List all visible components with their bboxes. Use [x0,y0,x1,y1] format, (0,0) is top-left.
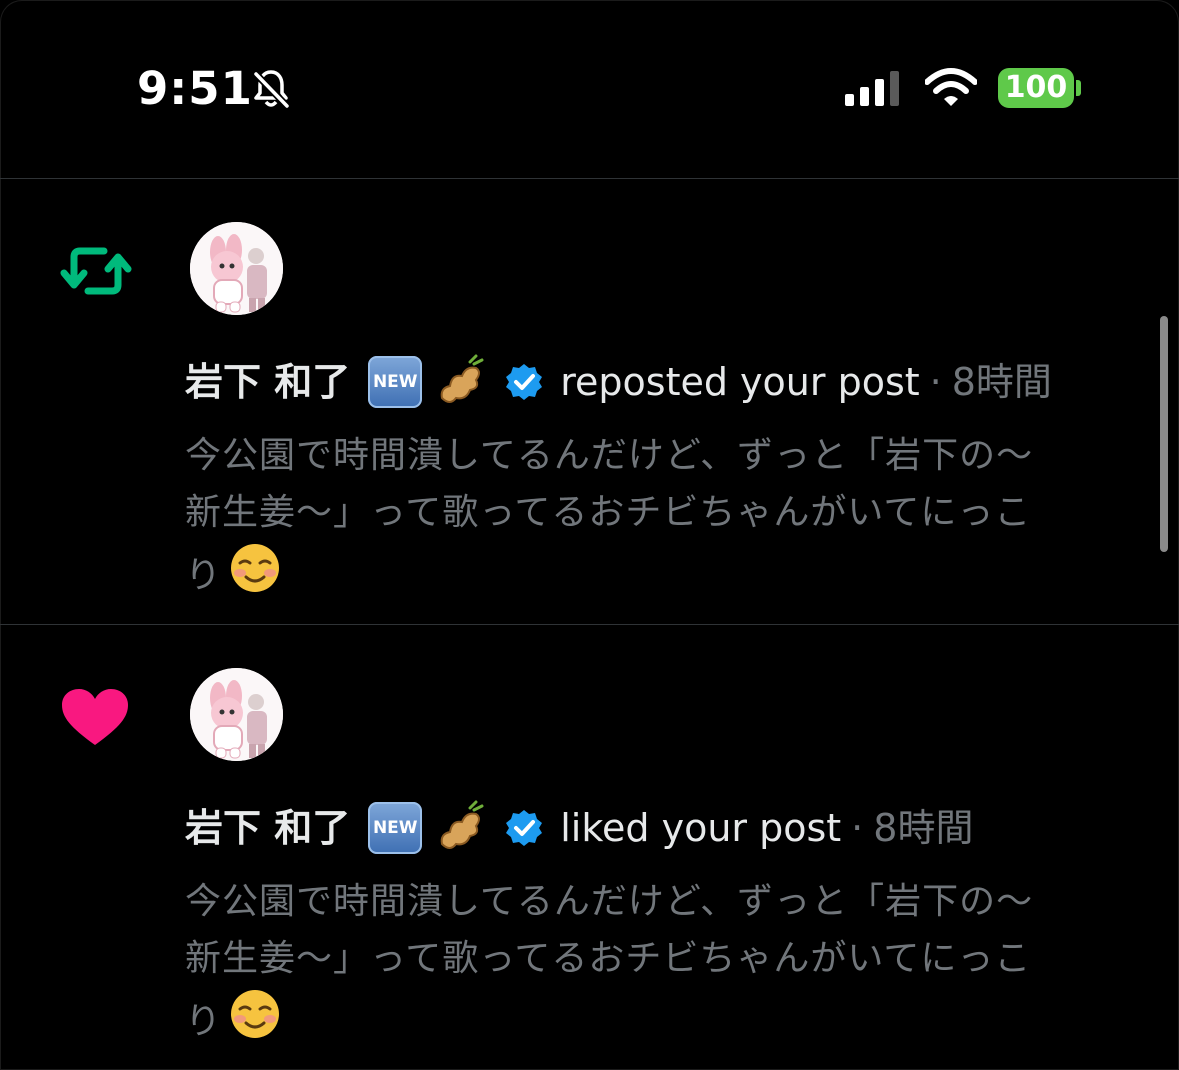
smiling-face-emoji-icon [231,544,280,592]
post-text-line-last: り [185,987,1150,1050]
user-name[interactable]: 岩下 和了 [185,800,350,856]
ginger-emoji-icon [440,354,484,403]
bell-off-icon [253,70,290,109]
cellular-signal-icon [845,71,899,106]
wifi-icon [925,68,977,106]
screen-frame: 9:51 100 岩下 和了 NEW reposted your post · … [0,0,1179,1070]
post-text-line: 新生姜〜」って歌ってるおチビちゃんがいてにっこ [185,492,1032,533]
notification-header: 岩下 和了 NEW liked your post · 8時間 [185,800,973,856]
avatar-image [190,222,283,315]
avatar[interactable] [190,668,283,761]
battery-indicator: 100 [998,68,1074,108]
notification-header: 岩下 和了 NEW reposted your post · 8時間 [185,354,1052,410]
notification-action: liked your post [560,806,842,850]
notification-like[interactable]: 岩下 和了 NEW liked your post · 8時間 今公園で時間潰し… [0,625,1179,1070]
smiling-face-emoji-icon [231,990,280,1038]
ginger-emoji-icon [440,800,484,849]
status-time: 9:51 [137,62,253,115]
separator-dot: · [929,360,942,404]
separator-dot: · [851,806,864,850]
notification-action: reposted your post [560,360,920,404]
notification-repost[interactable]: 岩下 和了 NEW reposted your post · 8時間 今公園で時… [0,179,1179,624]
user-name[interactable]: 岩下 和了 [185,354,350,410]
post-text-line: 今公園で時間潰してるんだけど、ずっと「岩下の〜 [185,435,1034,476]
verified-badge-icon [506,810,543,846]
post-text-line: 新生姜〜」って歌ってるおチビちゃんがいてにっこ [185,938,1032,979]
avatar[interactable] [190,222,283,315]
post-text[interactable]: 今公園で時間潰してるんだけど、ずっと「岩下の〜 新生姜〜」って歌ってるおチビちゃ… [185,427,1150,604]
post-text-line-last: り [185,541,1150,604]
new-emoji-icon: NEW [368,356,423,408]
status-bar: 9:51 100 [0,0,1179,178]
heart-icon [62,689,128,745]
post-text-line: 今公園で時間潰してるんだけど、ずっと「岩下の〜 [185,881,1034,922]
repost-icon [60,247,132,295]
scrollbar[interactable] [1160,316,1168,552]
notification-time: 8時間 [873,806,974,850]
avatar-image [190,668,283,761]
battery-tip [1076,80,1081,96]
verified-badge-icon [506,364,543,400]
new-emoji-icon: NEW [368,802,423,854]
post-text[interactable]: 今公園で時間潰してるんだけど、ずっと「岩下の〜 新生姜〜」って歌ってるおチビちゃ… [185,873,1150,1050]
notification-time: 8時間 [951,360,1052,404]
